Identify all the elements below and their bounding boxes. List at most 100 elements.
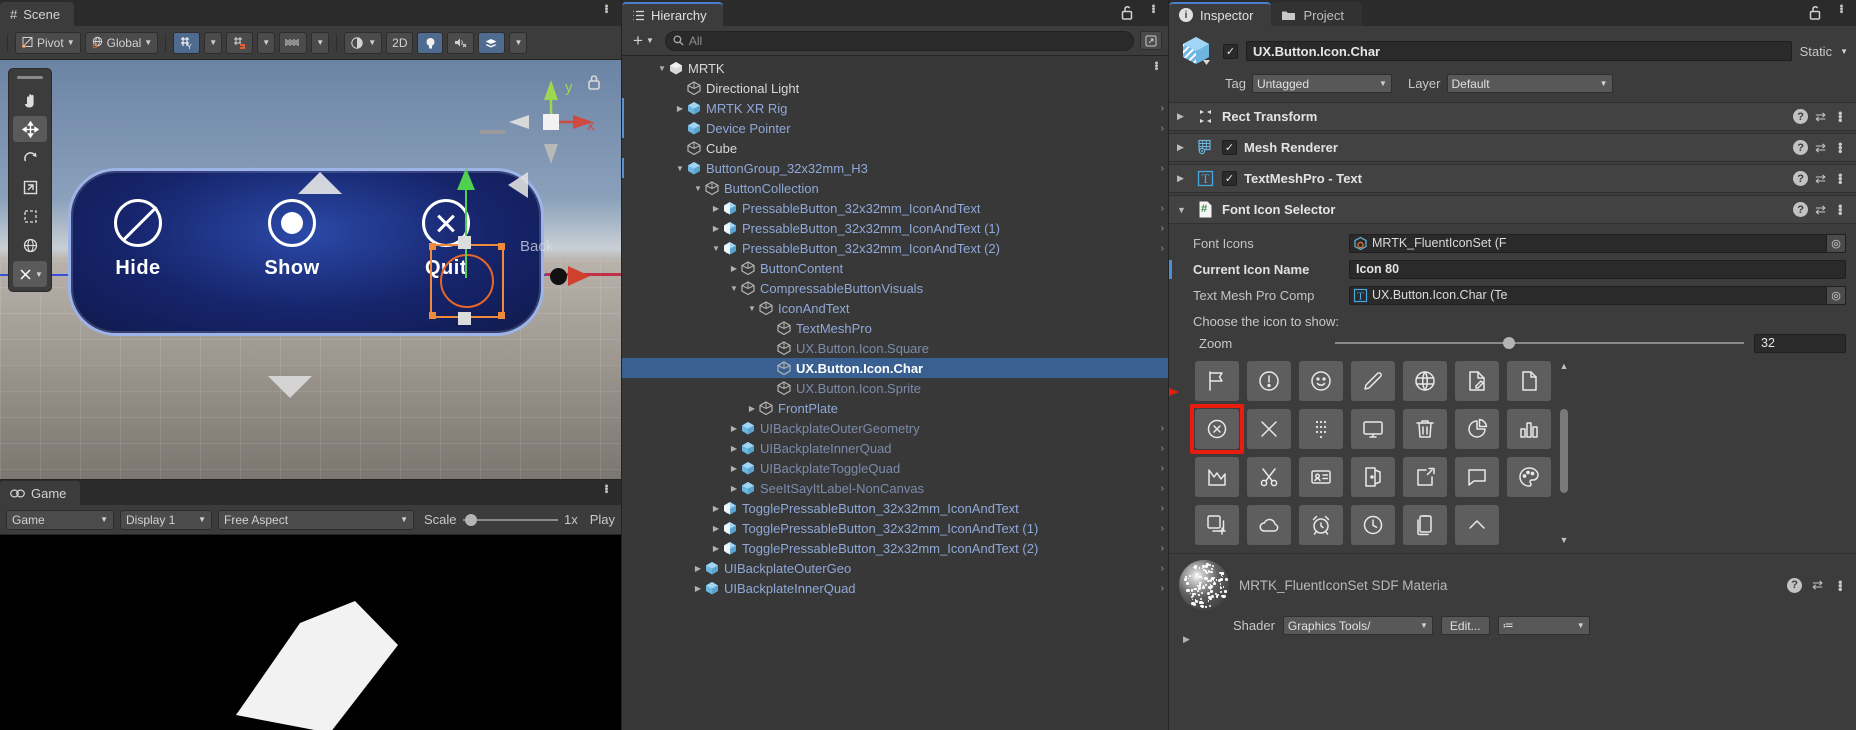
chevron-right-icon[interactable]: ▶ [692,584,704,593]
mrtk-button-show[interactable]: Show [237,199,347,280]
hierarchy-row[interactable]: Cube [622,138,1168,158]
icon-cell-area-chart-icon[interactable] [1195,457,1239,497]
tab-scene[interactable]: # Scene [0,2,74,26]
chevron-down-icon[interactable]: ▼ [1840,47,1848,56]
ruler-button[interactable] [279,32,307,54]
icon-cell-file-edit-icon[interactable] [1455,361,1499,401]
scale-tool[interactable] [13,174,47,200]
hierarchy-row[interactable]: ▶ TogglePressableButton_32x32mm_IconAndTe… [622,498,1168,518]
hierarchy-row[interactable]: ▼ ButtonCollection [622,178,1168,198]
icon-cell-contact-card-icon[interactable] [1299,457,1343,497]
hierarchy-row[interactable]: ▶ UIBackplateOuterGeometry › [622,418,1168,438]
prefab-open-chevron-icon[interactable]: › [1161,523,1164,534]
magnet-snap-button[interactable] [226,32,253,54]
chevron-down-icon[interactable]: ▼ [674,164,686,173]
chevron-right-icon[interactable]: ▶ [728,484,740,493]
prefab-open-chevron-icon[interactable]: › [1161,483,1164,494]
help-icon[interactable]: ? [1793,202,1808,217]
shading-mode-button[interactable]: ▼ [344,32,382,54]
prefab-open-chevron-icon[interactable]: › [1161,203,1164,214]
icon-cell-bar-chart-icon[interactable] [1507,409,1551,449]
chevron-right-icon[interactable]: ▶ [692,564,704,573]
chevron-down-icon[interactable]: ▼ [656,64,668,73]
preset-icon[interactable]: ⇄ [1815,109,1826,125]
chevron-down-icon[interactable]: ▼ [692,184,704,193]
help-icon[interactable]: ? [1793,109,1808,124]
icon-cell-flag-icon[interactable] [1195,361,1239,401]
chevron-right-icon[interactable]: ▶ [1177,111,1189,122]
help-icon[interactable]: ? [1793,140,1808,155]
icon-cell-pie-chart-icon[interactable] [1455,409,1499,449]
icon-cell-clipboard-icon[interactable] [1403,505,1447,545]
chevron-right-icon[interactable]: ▶ [710,504,722,513]
axis-center-handle-top[interactable] [458,236,471,249]
object-picker-icon[interactable]: ◎ [1826,287,1845,304]
lock-icon[interactable] [587,74,601,93]
hierarchy-row[interactable]: Device Pointer › [622,118,1168,138]
kebab-menu-icon[interactable]: ••• [1833,580,1848,591]
icon-cell-smiley-icon[interactable] [1299,361,1343,401]
chevron-right-icon[interactable]: ▶ [728,444,740,453]
hierarchy-row[interactable]: ▶ SeeItSayItLabel-NonCanvas › [622,478,1168,498]
chevron-right-icon[interactable]: ▶ [710,224,722,233]
icon-cell-door-icon[interactable] [1351,457,1395,497]
layer-dropdown[interactable]: Default ▼ [1447,74,1613,93]
scroll-down-icon[interactable]: ▼ [1559,535,1569,545]
icon-cell-close-x-icon[interactable] [1247,409,1291,449]
ruler-dropdown[interactable]: ▼ [311,32,329,54]
prefab-open-chevron-icon[interactable]: › [1161,243,1164,254]
magnet-snap-dropdown[interactable]: ▼ [257,32,275,54]
scale-slider[interactable] [463,513,558,527]
kebab-menu-icon[interactable]: ••• [1150,61,1162,70]
chevron-down-icon[interactable]: ▼ [710,244,722,253]
object-name-input[interactable]: UX.Button.Icon.Char [1246,41,1792,61]
hierarchy-row[interactable]: ▶ MRTK XR Rig › [622,98,1168,118]
chevron-right-icon[interactable]: ▶ [728,464,740,473]
plane-handle-up[interactable] [298,172,342,194]
inspector-menu-icon[interactable]: ••• [1834,4,1848,13]
prefab-open-chevron-icon[interactable]: › [1161,463,1164,474]
aspect-dropdown[interactable]: Free Aspect ▼ [218,510,414,530]
hierarchy-row[interactable]: ▶ FrontPlate [622,398,1168,418]
plane-handle-down[interactable] [268,376,312,398]
chevron-right-icon[interactable]: ▶ [746,404,758,413]
display-dropdown[interactable]: Display 1 ▼ [120,510,212,530]
search-expand-button[interactable] [1140,31,1162,50]
add-object-button[interactable]: + ▼ [628,30,659,52]
chevron-right-icon[interactable]: ▶ [710,544,722,553]
icon-grid-scrollbar[interactable]: ▲ ▼ [1559,361,1569,545]
rect-tool[interactable] [13,203,47,229]
hierarchy-row[interactable]: ▶ PressableButton_32x32mm_IconAndText › [622,198,1168,218]
icon-cell-trash-icon[interactable] [1403,409,1447,449]
hierarchy-menu-icon[interactable]: ••• [1146,4,1160,13]
chevron-right-icon[interactable]: ▶ [1177,142,1189,153]
play-label[interactable]: Play [590,512,615,527]
help-icon[interactable]: ? [1793,171,1808,186]
icon-cell-globe-icon[interactable] [1403,361,1447,401]
chevron-right-icon[interactable]: ▶ [710,524,722,533]
tab-project[interactable]: Project [1271,2,1361,26]
prefab-open-chevron-icon[interactable]: › [1161,583,1164,594]
icon-cell-file-icon[interactable] [1507,361,1551,401]
component-rect-transform[interactable]: ▶ Rect Transform ? ⇄ ••• [1169,102,1856,131]
icon-cell-cloud-icon[interactable] [1247,505,1291,545]
hierarchy-row[interactable]: ▶ UIBackplateInnerQuad › [622,578,1168,598]
hierarchy-row[interactable]: UX.Button.Icon.Sprite [622,378,1168,398]
tool-rail-handle[interactable] [17,76,43,79]
shader-dropdown[interactable]: Graphics Tools/ ▼ [1283,616,1433,635]
twod-button[interactable]: 2D [386,32,413,54]
kebab-menu-icon[interactable]: ••• [1833,111,1848,122]
chevron-down-icon[interactable]: ▼ [746,304,758,313]
hierarchy-tree[interactable]: ▼ MRTK ••• Directional Light ▶ MRTK XR Rig › De… [622,56,1168,730]
chevron-right-icon[interactable]: ▶ [710,204,722,213]
icon-cell-add-copy-icon[interactable] [1195,505,1239,545]
icon-cell-clock-icon[interactable] [1351,505,1395,545]
shader-options-dropdown[interactable]: ≔ ▼ [1498,616,1590,635]
component-textmeshpro-text[interactable]: ▶ T ✓ TextMeshPro - Text ? ⇄ ••• [1169,164,1856,193]
component-font-icon-selector[interactable]: ▼ # Font Icon Selector ? ⇄ ••• [1169,195,1856,224]
hierarchy-row[interactable]: ▼ ButtonGroup_32x32mm_H3 › [622,158,1168,178]
hierarchy-lock-icon[interactable] [1121,5,1134,23]
zoom-value-input[interactable]: 32 [1754,334,1846,353]
preset-icon[interactable]: ⇄ [1815,171,1826,187]
tag-dropdown[interactable]: Untagged ▼ [1252,74,1392,93]
